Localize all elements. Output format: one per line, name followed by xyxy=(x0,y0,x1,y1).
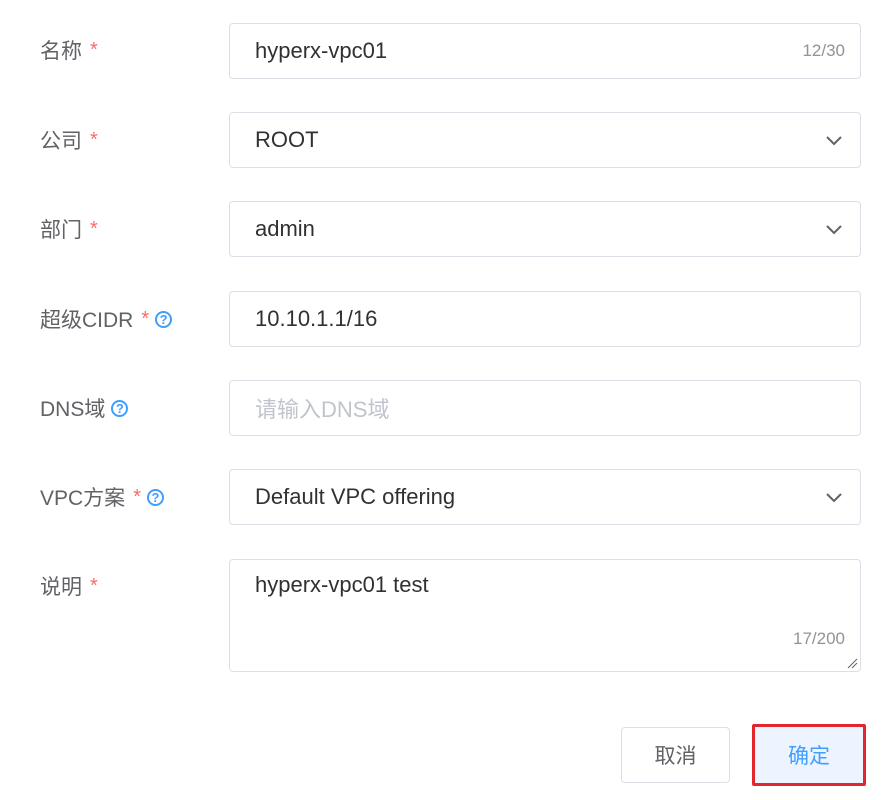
required-mark: * xyxy=(90,217,98,240)
vpc-offering-label-group: VPC方案 *? xyxy=(40,469,164,525)
department-select[interactable]: admin xyxy=(229,201,861,257)
vpc-offering-label: VPC方案 xyxy=(40,487,126,510)
chevron-down-icon[interactable] xyxy=(826,132,842,148)
dns-domain-label: DNS域 xyxy=(40,398,106,421)
company-label: 公司 xyxy=(40,130,82,153)
company-select-value: ROOT xyxy=(255,127,319,152)
required-mark: * xyxy=(90,574,98,597)
required-mark: * xyxy=(90,128,98,151)
company-select[interactable]: ROOT xyxy=(229,112,861,168)
description-textarea[interactable]: hyperx-vpc01 test 17/200 xyxy=(229,559,861,672)
resize-grip-icon[interactable] xyxy=(846,657,858,669)
description-textarea-value: hyperx-vpc01 test xyxy=(255,572,429,597)
cancel-button[interactable]: 取消 xyxy=(621,727,730,783)
super-cidr-input-value: 10.10.1.1/16 xyxy=(255,306,378,331)
company-label-group: 公司 * xyxy=(40,112,98,168)
department-label-group: 部门 * xyxy=(40,201,98,257)
department-select-value: admin xyxy=(255,216,315,241)
super-cidr-label: 超级CIDR xyxy=(40,309,134,332)
dns-domain-input[interactable]: 请输入DNS域 xyxy=(229,380,861,436)
chevron-down-icon[interactable] xyxy=(826,489,842,505)
department-label: 部门 xyxy=(40,219,82,242)
confirm-button[interactable]: 确定 xyxy=(752,724,866,786)
name-label: 名称 xyxy=(40,40,82,63)
name-input-value: hyperx-vpc01 xyxy=(255,38,388,63)
super-cidr-label-group: 超级CIDR *? xyxy=(40,291,173,347)
dns-domain-label-group: DNS域? xyxy=(40,380,129,436)
vpc-offering-select[interactable]: Default VPC offering xyxy=(229,469,861,525)
vpc-offering-select-value: Default VPC offering xyxy=(255,484,456,509)
name-input[interactable]: hyperx-vpc01 12/30 xyxy=(229,23,861,79)
chevron-down-icon[interactable] xyxy=(826,221,842,237)
name-char-counter: 12/30 xyxy=(802,41,845,60)
dns-domain-placeholder: 请输入DNS域 xyxy=(255,397,390,422)
required-mark: * xyxy=(141,307,150,330)
help-icon[interactable]: ? xyxy=(111,399,129,417)
help-icon[interactable]: ? xyxy=(146,488,164,506)
required-mark: * xyxy=(90,38,98,61)
description-label-group: 说明 * xyxy=(40,558,98,614)
required-mark: * xyxy=(133,485,141,508)
description-label: 说明 xyxy=(40,576,82,599)
super-cidr-input[interactable]: 10.10.1.1/16 xyxy=(229,291,861,347)
help-icon[interactable]: ? xyxy=(155,310,173,328)
description-char-counter: 17/200 xyxy=(793,629,845,648)
name-label-group: 名称 * xyxy=(40,22,98,78)
